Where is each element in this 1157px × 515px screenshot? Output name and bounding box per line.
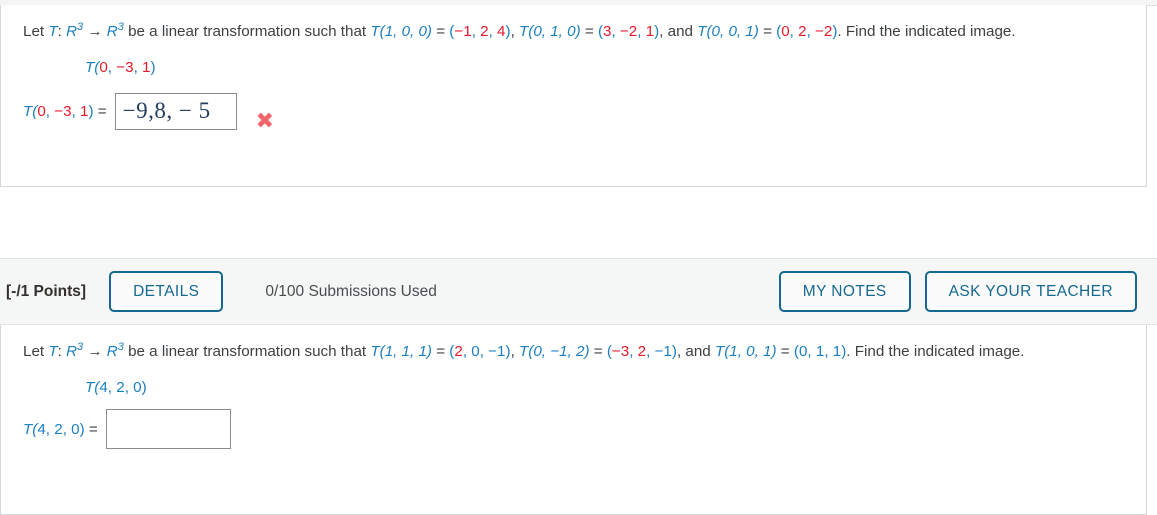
q2-given-3-equals: = (776, 343, 794, 361)
q1-answer-row: T(0, −3, 1) = −9,8, − 5 ✖ (23, 89, 1124, 133)
question-card-2: Let T: R3 → R3 be a linear transformatio… (0, 325, 1147, 515)
points-label: [-/1 Points] (6, 282, 87, 300)
q2-indicated-suffix: ) (141, 379, 147, 397)
q1-given-3-sep: . (837, 23, 846, 41)
question-2-statement: Let T: R3 → R3 be a linear transformatio… (23, 341, 1025, 361)
q1-given-1-c2: 2 (480, 23, 489, 41)
q1-answer-label: T(0, −3, 1) = (23, 102, 107, 120)
q2-lbl-c2: 2 (54, 420, 63, 438)
q1-given-1-c1: −1 (454, 23, 472, 41)
submissions-used-text: 0/100 Submissions Used (265, 282, 437, 300)
question-1-statement: Let T: R3 → R3 be a linear transformatio… (23, 21, 1016, 41)
q1-answer-input[interactable]: −9,8, − 5 (114, 92, 237, 130)
q1-given-1-input: T(1, 0, 0) (370, 23, 432, 41)
q2-given-1-c1: 2 (454, 343, 463, 361)
q1-lbl-c1: 0 (37, 102, 46, 120)
my-notes-button[interactable]: MY NOTES (778, 270, 911, 313)
q2-given-1-input: T(1, 1, 1) (370, 343, 432, 361)
q2-given-2-input: T(0, −1, 2) (519, 343, 590, 361)
q2-given-2-c2: 2 (637, 343, 647, 361)
q1-indicated-suffix: ) (150, 59, 156, 77)
q1-prompt-suffix: Find the indicated image. (845, 23, 1016, 41)
q2-given-1-c2: 0 (471, 343, 480, 361)
q2-given-3-input: T(1, 0, 1) (714, 343, 777, 361)
q2-arrow: → (83, 343, 107, 361)
q1-indicated-c1: 0 (99, 59, 108, 77)
q2-given-1-sep: , (510, 343, 520, 361)
q1-given-1-equals: = (431, 23, 450, 41)
q1-given-3-equals: = (758, 23, 777, 41)
q2-given-3-c3: 1 (832, 343, 842, 361)
q1-given-3-c3: −2 (815, 23, 833, 41)
q2-transform-symbol: T (48, 343, 58, 361)
q1-codomain-base: R (106, 23, 118, 41)
q2-indicated-prefix: T( (85, 379, 100, 397)
q2-indicated-image: T(4, 2, 0) (85, 379, 147, 397)
q2-lbl-c1: 4 (37, 420, 46, 438)
points-toolbar: [-/1 Points] DETAILS 0/100 Submissions U… (0, 258, 1157, 325)
q2-indicated-c2: 2 (116, 379, 125, 397)
q2-given-2-sep: , and (676, 343, 715, 361)
question-1-body: Let T: R3 → R3 be a linear transformatio… (1, 5, 1146, 133)
q2-prompt-suffix: Find the indicated image. (854, 343, 1025, 361)
q1-colon: : (57, 23, 67, 41)
q1-indicated-c2: −3 (116, 59, 134, 77)
q2-answer-row: T(4, 2, 0) = (23, 409, 1124, 450)
q1-given-2-equals: = (580, 23, 598, 41)
x-mark-incorrect-icon: ✖ (255, 109, 275, 135)
q2-indicated-c1: 4 (99, 379, 108, 397)
q2-given-2-equals: = (589, 343, 607, 361)
q1-answer-value: −9,8, − 5 (122, 98, 211, 124)
q2-colon: : (57, 343, 67, 361)
q1-given-1-sep: , (510, 23, 520, 41)
ask-your-teacher-button[interactable]: ASK YOUR TEACHER (924, 270, 1137, 313)
details-button[interactable]: DETAILS (109, 270, 224, 313)
q2-prefix: Let (23, 343, 49, 361)
q1-indicated-prefix: T( (85, 59, 100, 77)
q2-domain-base: R (66, 343, 78, 361)
q2-prompt-middle: be a linear transformation such that (123, 343, 371, 361)
q2-indicated-c3: 0 (133, 379, 142, 397)
q1-given-2-c3: 1 (645, 23, 655, 41)
q1-arrow: → (83, 23, 107, 41)
q2-given-2-c3: −1 (654, 343, 672, 361)
q1-prefix: Let (23, 23, 49, 41)
question-card-1: Let T: R3 → R3 be a linear transformatio… (0, 5, 1147, 187)
q2-answer-label: T(4, 2, 0) = (23, 420, 98, 438)
question-2-body: Let T: R3 → R3 be a linear transformatio… (1, 325, 1146, 450)
q2-given-2-c1: −3 (611, 343, 630, 361)
q1-given-3-c2: 2 (798, 23, 807, 41)
q2-given-1-c3: −1 (488, 343, 506, 361)
q2-codomain-base: R (106, 343, 118, 361)
q2-given-1-equals: = (431, 343, 450, 361)
q2-answer-input[interactable] (105, 409, 231, 450)
q1-given-2-sep: , and (659, 23, 698, 41)
q2-lbl-c3: 0 (71, 420, 80, 438)
q2-given-3-sep: . (846, 343, 855, 361)
q1-domain-base: R (66, 23, 78, 41)
q1-indicated-image: T(0, −3, 1) (85, 59, 156, 77)
q1-transform-symbol: T (48, 23, 58, 41)
q1-given-2-c2: −2 (619, 23, 638, 41)
q1-given-1-c3: 4 (497, 23, 506, 41)
q1-given-2-input: T(0, 1, 0) (519, 23, 581, 41)
q1-given-3-input: T(0, 0, 1) (697, 23, 759, 41)
q1-prompt-middle: be a linear transformation such that (123, 23, 371, 41)
q1-given-3-c1: 0 (781, 23, 790, 41)
q1-lbl-c2: −3 (54, 102, 72, 120)
